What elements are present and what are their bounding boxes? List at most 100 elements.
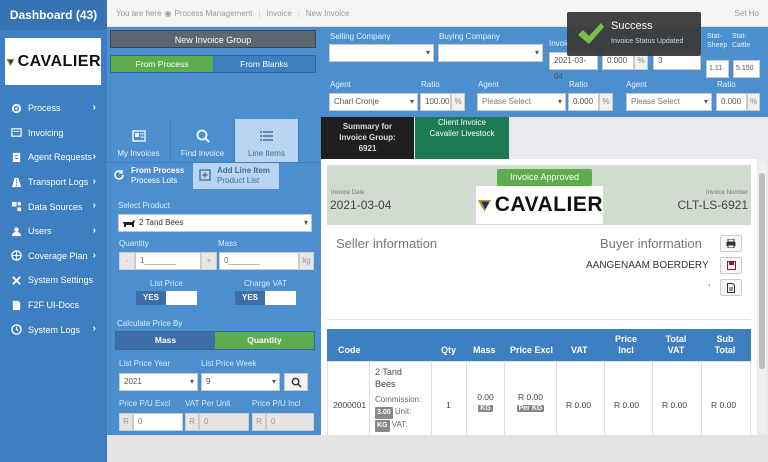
list-price-toggle[interactable]: YES (136, 291, 197, 305)
row-price-incl: R 0.00 (614, 400, 640, 410)
agent2-select[interactable]: Please Select (477, 93, 566, 111)
breadcrumb-process[interactable]: Process Management (175, 9, 253, 18)
search-button[interactable] (284, 373, 308, 391)
breadcrumb-new-invoice[interactable]: New Invoice (306, 9, 350, 18)
from-process-sub: Process Lots (131, 176, 178, 185)
percent-addon: % (747, 93, 760, 111)
sidebar-item-invoicing[interactable]: Invoicing (0, 121, 107, 146)
list-price-no[interactable] (166, 291, 197, 305)
charge-vat-label: Charge VAT (244, 279, 287, 288)
charge-vat-toggle[interactable]: YES (235, 291, 296, 305)
cow-icon (123, 220, 135, 227)
sidebar-item-f2f-ui-docs[interactable]: F2F UI-Docs (0, 293, 107, 318)
sidebar-item-process[interactable]: Process › (0, 96, 107, 121)
mass-field[interactable]: 0_______ (219, 252, 299, 270)
summary-line2: Invoice Group: (339, 133, 396, 142)
refresh-icon (114, 170, 124, 180)
table-row[interactable]: 2000001 2 Tand Bees Commission: 3.00 Uni… (327, 361, 751, 435)
mass-unit-addon: kg (299, 252, 314, 270)
tab-find-invoice[interactable]: Find Invoice (171, 119, 235, 162)
sidebar-item-system-logs[interactable]: System Logs › (0, 317, 107, 342)
scrollbar-thumb[interactable] (759, 173, 765, 369)
currency-addon: R (252, 413, 266, 431)
sidebar-item-data-sources[interactable]: Data Sources › (0, 194, 107, 219)
subtab-from-process[interactable]: From Process Process Lots (107, 163, 193, 189)
agent1-select[interactable]: Charl Cronje (329, 93, 418, 111)
quantity-field[interactable]: 1_______ (135, 252, 201, 270)
document-button[interactable] (720, 279, 742, 296)
agent2-label: Agent (478, 80, 499, 89)
agent3-select[interactable]: Please Select (626, 93, 712, 111)
invoice-number-label: Invoice Number (705, 190, 748, 196)
coverage-icon (11, 250, 22, 262)
doc-icon (12, 300, 21, 310)
price-pu-incl-label: Price P/U Incl (252, 399, 301, 408)
search-icon (291, 377, 302, 388)
col-total-vat: Total VAT (665, 334, 687, 355)
from-process-button[interactable]: From Process (111, 56, 213, 72)
subtab-add-line-item[interactable]: Add Line Item Product List (193, 163, 279, 189)
product-select-value: 2 Tand Bees (139, 218, 184, 227)
client-invoice-tab[interactable]: Client Invoice Cavalier Livestock (415, 117, 509, 159)
cell-vat: R 0.00 (557, 362, 605, 435)
list-price-week-select[interactable]: 9 (201, 373, 280, 391)
sidebar-nav: Process › Invoicing Agent Requests › Transpor… (0, 96, 107, 342)
buying-company-select[interactable] (438, 44, 543, 62)
calc-quantity-button[interactable]: Quantity (215, 332, 314, 349)
ratio1-field[interactable]: 100.00 (420, 93, 451, 111)
sidebar-item-users[interactable]: Users › (0, 219, 107, 244)
vat-per-unit-field: 0 (199, 413, 249, 431)
scrollbar[interactable] (758, 163, 766, 433)
list-price-year-select[interactable]: 2021 (119, 373, 198, 391)
settings-icon (12, 276, 21, 285)
breadcrumb-invoice[interactable]: Invoice (266, 9, 291, 18)
summary-tab[interactable]: Summary for Invoice Group: 6921 (321, 117, 414, 159)
currency-addon: R (185, 413, 199, 431)
summary-line3: 6921 (358, 144, 377, 153)
list-price-yes[interactable]: YES (136, 291, 166, 305)
new-invoice-group-button[interactable]: New Invoice Group (110, 30, 316, 48)
quantity-plus-button[interactable]: + (201, 252, 217, 270)
success-toast[interactable]: Success Invoice Status Updated (567, 12, 701, 56)
sidebar-item-agent-requests[interactable]: Agent Requests › (0, 145, 107, 170)
ratio3-field[interactable]: 0.000 (716, 93, 747, 111)
chevron-right-icon: › (92, 200, 96, 212)
toast-title: Success (611, 20, 653, 32)
selling-company-select[interactable] (329, 44, 434, 62)
sidebar-item-system-settings[interactable]: System Settings (0, 268, 107, 293)
breadcrumb-separator: | (297, 8, 300, 18)
cell-description: 2 Tand Bees Commission: 3.00 Unit: KG VA… (370, 362, 432, 435)
quantity-minus-button[interactable]: - (119, 252, 135, 270)
stat-sheep-field[interactable]: 1.11 (706, 60, 729, 78)
invoice-status-badge: Invoice Approved (497, 169, 592, 186)
calc-mass-button[interactable]: Mass (116, 332, 215, 349)
save-button[interactable] (720, 257, 742, 274)
charge-vat-yes[interactable]: YES (235, 291, 265, 305)
cell-price-incl: R 0.00 (605, 362, 653, 435)
charge-vat-no[interactable] (265, 291, 296, 305)
row-price-unit: Per KG (516, 405, 545, 412)
set-home-link[interactable]: Set Ho (735, 9, 759, 18)
tab-my-invoices[interactable]: My Invoices (107, 119, 171, 162)
product-select[interactable]: 2 Tand Bees (118, 214, 312, 232)
client-line2: Cavalier Livestock (429, 129, 495, 138)
data-icon (11, 202, 22, 212)
chevron-right-icon: › (92, 323, 96, 335)
sidebar-item-transport-logs[interactable]: Transport Logs › (0, 170, 107, 195)
invoice-logo: CAVALIER (476, 186, 603, 224)
dashboard-link[interactable]: Dashboard (43) (0, 0, 107, 30)
tab-line-items[interactable]: Line Items (235, 119, 299, 162)
price-pu-excl-field[interactable]: 0 (133, 413, 183, 431)
sidebar-item-label: Data Sources (28, 201, 83, 212)
print-button[interactable] (720, 235, 742, 252)
from-blanks-button[interactable]: From Blanks (213, 56, 315, 72)
ratio2-label: Ratio (569, 80, 588, 89)
sidebar-item-coverage-plan[interactable]: Coverage Plan › (0, 244, 107, 269)
percent-addon: % (599, 93, 613, 111)
ratio2-field[interactable]: 0.000 (568, 93, 599, 111)
sidebar-item-label: System Logs (28, 324, 81, 335)
footer-bar (107, 435, 768, 462)
stat-cattle-field[interactable]: 5.150 (733, 60, 760, 78)
agent1-label: Agent (330, 80, 351, 89)
sidebar: Dashboard (43) CAVALIER Process › Invoicin… (0, 0, 107, 462)
